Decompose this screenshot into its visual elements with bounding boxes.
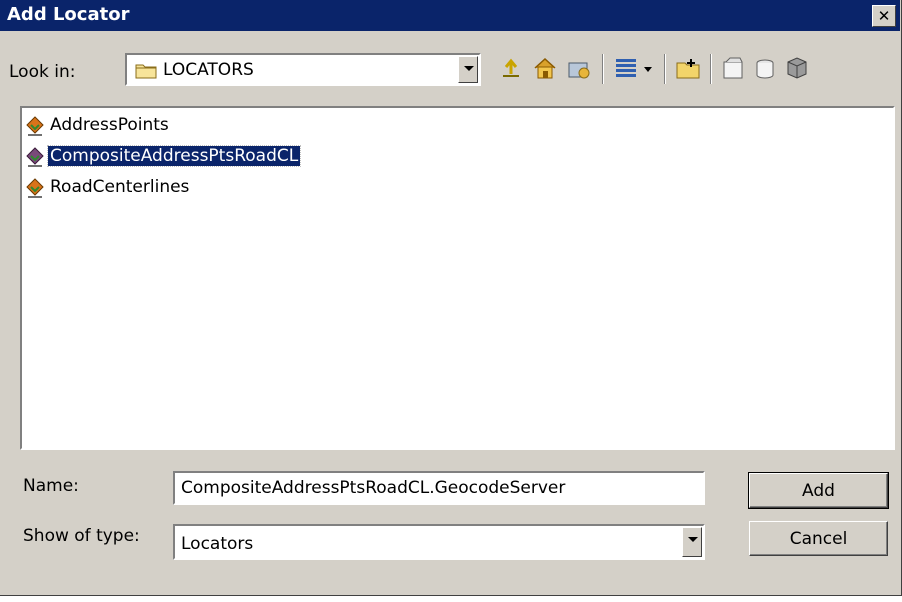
up-one-level-icon[interactable] <box>497 54 525 82</box>
locator-icon <box>26 147 44 167</box>
file-name: CompositeAddressPtsRoadCL <box>46 145 302 167</box>
toolbar-separator <box>602 54 603 84</box>
connect-folder-icon[interactable] <box>565 54 593 82</box>
toolbar-separator <box>710 54 711 84</box>
file-name: RoadCenterlines <box>50 177 190 197</box>
new-folder-icon[interactable] <box>674 54 702 82</box>
name-label: Name: <box>23 476 79 496</box>
toolbar-separator <box>664 54 665 84</box>
look-in-dropdown-arrow[interactable] <box>458 56 478 83</box>
show-of-type-label: Show of type: <box>23 526 140 546</box>
look-in-value: LOCATORS <box>163 60 254 80</box>
title-bar[interactable]: Add Locator ✕ <box>0 0 900 31</box>
view-dropdown-icon[interactable] <box>640 54 656 82</box>
name-field-value: CompositeAddressPtsRoadCL.GeocodeServer <box>181 478 566 498</box>
show-of-type-value: Locators <box>181 534 254 554</box>
new-file-icon[interactable] <box>719 54 747 82</box>
show-of-type-dropdown[interactable]: Locators <box>173 524 705 560</box>
look-in-dropdown[interactable]: LOCATORS <box>125 53 481 86</box>
folder-icon <box>135 64 157 79</box>
show-of-type-dropdown-arrow[interactable] <box>682 527 702 557</box>
name-field[interactable]: CompositeAddressPtsRoadCL.GeocodeServer <box>173 471 705 505</box>
catalog-options-icon[interactable] <box>783 54 811 82</box>
cancel-button[interactable]: Cancel <box>749 521 888 556</box>
cancel-button-label: Cancel <box>789 529 848 549</box>
close-button[interactable]: ✕ <box>872 5 896 27</box>
add-locator-dialog: Add Locator ✕ Look in: LOCATORS AddressP… <box>0 0 902 596</box>
add-button-label: Add <box>802 481 835 501</box>
file-name: AddressPoints <box>50 115 169 135</box>
look-in-label: Look in: <box>9 62 76 82</box>
file-list[interactable]: AddressPoints CompositeAddressPtsRoadCL … <box>20 106 895 450</box>
view-details-icon[interactable] <box>612 54 640 82</box>
dialog-title: Add Locator <box>7 4 130 25</box>
locator-icon <box>26 116 44 136</box>
new-object-icon[interactable] <box>751 54 779 82</box>
add-button[interactable]: Add <box>748 472 889 509</box>
home-icon[interactable] <box>531 54 559 82</box>
locator-icon <box>26 178 44 198</box>
